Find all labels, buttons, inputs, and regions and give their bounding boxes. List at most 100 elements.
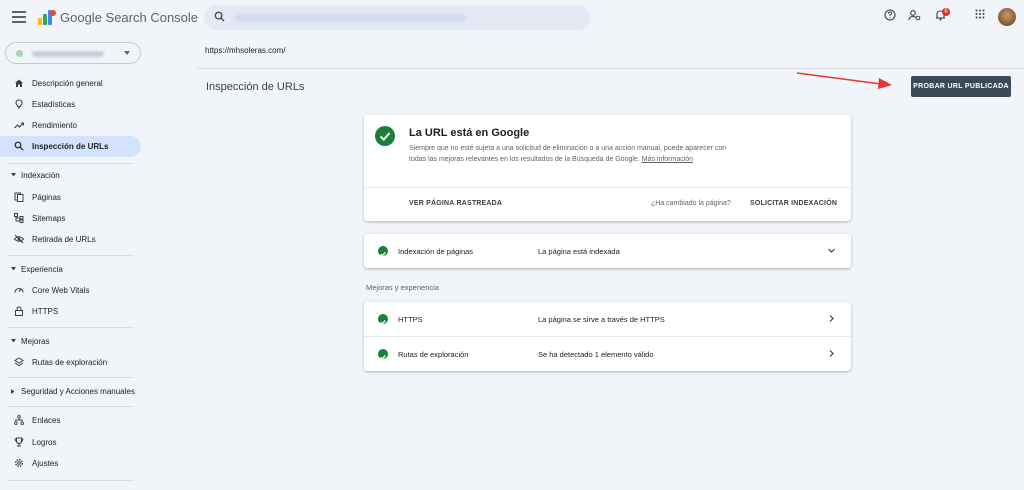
sidebar-item-url-inspection[interactable]: Inspección de URLs	[0, 136, 141, 157]
expand-triangle-icon	[11, 389, 15, 394]
lightbulb-icon	[15, 99, 23, 109]
sidebar: Descripción general Estadísticas Rendimi…	[0, 36, 150, 490]
status-description: Siempre que no esté sujeta a una solicit…	[409, 143, 729, 165]
sidebar-item-sitemaps[interactable]: Sitemaps	[0, 208, 141, 229]
sidebar-item-label: Inspección de URLs	[32, 142, 109, 151]
section-title: Seguridad y Acciones manuales	[21, 387, 135, 396]
help-icon[interactable]	[884, 9, 896, 21]
card-divider	[364, 187, 851, 188]
property-status-dot	[16, 50, 23, 57]
check-circle-icon	[378, 246, 388, 257]
page-indexing-card: Indexación de páginas La página está ind…	[364, 234, 851, 268]
sidebar-item-label: Ajustes	[32, 459, 59, 468]
layers-icon	[14, 357, 24, 367]
apps-grid-icon[interactable]	[975, 9, 985, 19]
sidebar-item-performance[interactable]: Rendimiento	[0, 115, 141, 136]
search-placeholder-redacted	[234, 14, 466, 22]
sidebar-divider	[8, 480, 134, 481]
avatar[interactable]	[998, 8, 1016, 26]
eye-off-icon	[14, 234, 24, 244]
sidebar-item-settings[interactable]: Ajustes	[0, 453, 141, 474]
sidebar-divider	[8, 406, 134, 407]
header-divider	[197, 68, 1024, 69]
sidebar-item-overview[interactable]: Descripción general	[0, 73, 141, 94]
sidebar-item-label: Rutas de exploración	[32, 358, 108, 367]
top-app-bar: Google Search Console 6	[0, 0, 1024, 36]
sidebar-item-label: Enlaces	[32, 416, 61, 425]
sidebar-item-label: HTTPS	[32, 307, 59, 316]
url-status-card: La URL está en Google Siempre que no est…	[364, 115, 851, 221]
manage-users-icon[interactable]	[908, 9, 921, 21]
home-icon	[15, 79, 23, 87]
sidebar-item-label: Sitemaps	[32, 214, 66, 223]
sidebar-item-removals[interactable]: Retirada de URLs	[0, 229, 141, 250]
settings-icon	[15, 459, 23, 467]
sidebar-item-https[interactable]: HTTPS	[0, 301, 141, 322]
sidebar-item-label: Rendimiento	[32, 121, 77, 130]
collapse-triangle-icon	[11, 339, 16, 343]
sitemap-icon	[14, 213, 24, 223]
search-icon	[14, 141, 24, 151]
breadcrumbs-row[interactable]: Rutas de exploración Se ha detectado 1 e…	[364, 337, 851, 371]
sidebar-section-indexing[interactable]: Indexación	[0, 168, 141, 184]
sidebar-item-label: Estadísticas	[32, 100, 76, 109]
collapse-triangle-icon	[11, 173, 16, 177]
section-label: Mejoras y experiencia	[366, 283, 439, 292]
sidebar-item-pages[interactable]: Páginas	[0, 187, 141, 208]
status-title: La URL está en Google	[409, 127, 530, 139]
sidebar-item-insights[interactable]: Estadísticas	[0, 94, 141, 115]
sidebar-item-label: Páginas	[32, 193, 61, 202]
sidebar-item-label: Retirada de URLs	[32, 235, 96, 244]
collapse-triangle-icon	[11, 267, 16, 271]
sidebar-divider	[8, 377, 134, 378]
sidebar-item-breadcrumbs[interactable]: Rutas de exploración	[0, 352, 141, 373]
sidebar-item-achievements[interactable]: Logros	[0, 432, 141, 453]
search-console-logo	[38, 10, 56, 25]
search-input[interactable]	[204, 5, 590, 30]
gauge-icon	[14, 287, 24, 293]
section-title: Mejoras	[21, 337, 50, 346]
notification-badge: 6	[942, 8, 950, 16]
page-title: Inspección de URLs	[206, 81, 305, 93]
chevron-right-icon[interactable]	[827, 349, 836, 358]
row-value: Se ha detectado 1 elemento válido	[538, 350, 654, 359]
pages-icon	[14, 192, 24, 202]
row-value: La página se sirve a través de HTTPS	[538, 315, 665, 324]
trophy-icon	[14, 437, 24, 447]
chevron-down-icon[interactable]	[827, 246, 836, 255]
check-circle-icon	[375, 126, 395, 146]
links-icon	[14, 415, 24, 425]
sidebar-item-core-web-vitals[interactable]: Core Web Vitals	[0, 280, 141, 301]
sidebar-item-label: Descripción general	[32, 79, 103, 88]
row-name: Rutas de exploración	[398, 350, 469, 359]
sidebar-item-label: Core Web Vitals	[32, 286, 90, 295]
section-title: Experiencia	[21, 265, 63, 274]
sidebar-section-enhancements[interactable]: Mejoras	[0, 334, 141, 350]
trending-up-icon	[14, 122, 24, 129]
search-icon	[214, 11, 225, 22]
row-name: Indexación de páginas	[398, 247, 474, 256]
view-crawled-page-button[interactable]: VER PÁGINA RASTREADA	[409, 200, 502, 207]
sidebar-section-security[interactable]: Seguridad y Acciones manuales	[0, 384, 141, 400]
sidebar-divider	[8, 163, 134, 164]
sidebar-section-experience[interactable]: Experiencia	[0, 262, 141, 278]
chevron-right-icon[interactable]	[827, 314, 836, 323]
page-changed-question: ¿Ha cambiado la página?	[651, 200, 731, 207]
request-indexing-button[interactable]: SOLICITAR INDEXACIÓN	[750, 200, 837, 207]
property-selector[interactable]	[5, 42, 141, 64]
row-name: HTTPS	[398, 315, 423, 324]
sidebar-divider	[8, 327, 134, 328]
page-indexing-row[interactable]: Indexación de páginas La página está ind…	[364, 234, 851, 268]
lock-icon	[15, 306, 23, 316]
sidebar-divider	[8, 255, 134, 256]
menu-icon[interactable]	[12, 11, 26, 23]
test-live-url-button[interactable]: PROBAR URL PUBLICADA	[911, 76, 1011, 97]
check-circle-icon	[378, 349, 388, 360]
sidebar-item-links[interactable]: Enlaces	[0, 410, 141, 431]
app-title[interactable]: Google Search Console	[60, 10, 198, 25]
chevron-down-icon	[124, 51, 130, 55]
more-info-link[interactable]: Más información	[642, 156, 693, 163]
https-row[interactable]: HTTPS La página se sirve a través de HTT…	[364, 302, 851, 336]
row-value: La página está indexada	[538, 247, 620, 256]
check-circle-icon	[378, 314, 388, 325]
